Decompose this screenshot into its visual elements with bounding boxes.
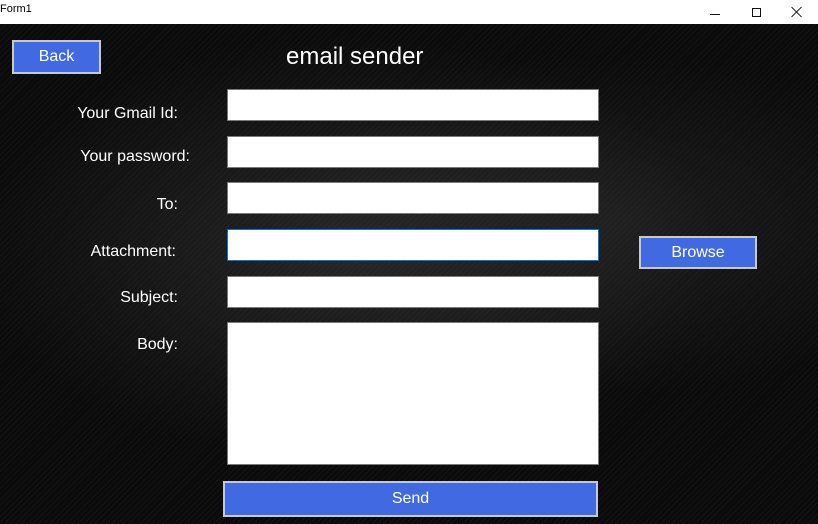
maximize-button[interactable] bbox=[733, 0, 779, 24]
to-field[interactable] bbox=[227, 182, 599, 214]
close-button[interactable] bbox=[774, 0, 818, 24]
minimize-icon bbox=[710, 13, 720, 15]
subject-field[interactable] bbox=[227, 276, 599, 308]
title-bar: Form1 bbox=[0, 0, 818, 24]
window-title: Form1 bbox=[0, 3, 32, 15]
password-field[interactable] bbox=[227, 136, 599, 168]
password-label: Your password: bbox=[80, 148, 190, 165]
body-field[interactable] bbox=[227, 322, 599, 465]
minimize-button[interactable] bbox=[692, 0, 738, 24]
attachment-label: Attachment: bbox=[90, 243, 176, 260]
gmail-label: Your Gmail Id: bbox=[77, 105, 178, 122]
browse-button[interactable]: Browse bbox=[639, 236, 757, 269]
send-button[interactable]: Send bbox=[223, 481, 598, 517]
subject-label: Subject: bbox=[120, 289, 178, 306]
body-label: Body: bbox=[137, 336, 178, 353]
gmail-field[interactable] bbox=[227, 89, 599, 121]
close-icon bbox=[791, 6, 803, 18]
attachment-field[interactable] bbox=[227, 229, 599, 261]
back-button[interactable]: Back bbox=[12, 40, 101, 74]
maximize-icon bbox=[751, 7, 761, 17]
page-title: email sender bbox=[286, 43, 424, 70]
to-label: To: bbox=[156, 196, 178, 213]
